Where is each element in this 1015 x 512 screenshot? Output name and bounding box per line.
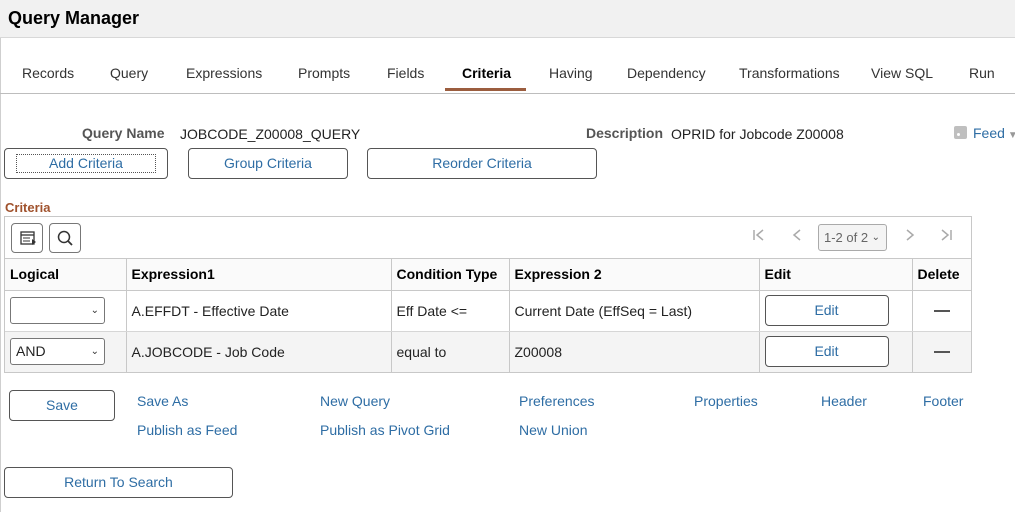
column-header-expression1: Expression1 bbox=[126, 259, 392, 291]
expression1-cell: A.EFFDT - Effective Date bbox=[126, 290, 392, 332]
save-as-link[interactable]: Save As bbox=[137, 393, 188, 409]
publish-as-feed-link[interactable]: Publish as Feed bbox=[137, 422, 237, 438]
column-header-edit: Edit bbox=[759, 259, 913, 291]
new-query-link[interactable]: New Query bbox=[320, 393, 390, 409]
query-name-label: Query Name bbox=[82, 125, 165, 141]
logical-value: AND bbox=[16, 343, 46, 360]
personalize-grid-button[interactable] bbox=[11, 223, 43, 253]
tab-having[interactable]: Having bbox=[549, 65, 593, 81]
grid-settings-icon bbox=[20, 231, 36, 245]
first-page-icon[interactable] bbox=[752, 228, 766, 245]
column-header-logical: Logical bbox=[5, 259, 127, 291]
expression1-cell: A.JOBCODE - Job Code bbox=[126, 331, 392, 372]
query-name-value: JOBCODE_Z00008_QUERY bbox=[180, 126, 361, 142]
tab-run[interactable]: Run bbox=[969, 65, 995, 81]
column-header-condition-type: Condition Type bbox=[391, 259, 510, 291]
delete-row-icon[interactable] bbox=[933, 309, 950, 312]
logical-select[interactable]: AND ⌄ bbox=[10, 338, 105, 366]
edit-button[interactable]: Edit bbox=[764, 295, 889, 326]
criteria-section-title: Criteria bbox=[5, 200, 51, 215]
save-button[interactable]: Save bbox=[9, 390, 115, 421]
chevron-down-icon: ⌄ bbox=[90, 346, 99, 358]
logical-select[interactable]: ⌄ bbox=[10, 297, 105, 324]
tab-records[interactable]: Records bbox=[22, 65, 74, 81]
tab-prompts[interactable]: Prompts bbox=[298, 65, 350, 81]
edit-button[interactable]: Edit bbox=[764, 336, 889, 368]
page-header: Query Manager bbox=[0, 0, 1015, 38]
group-criteria-button[interactable]: Group Criteria bbox=[188, 148, 348, 179]
description-value: OPRID for Jobcode Z00008 bbox=[671, 126, 844, 142]
return-to-search-button[interactable]: Return To Search bbox=[4, 467, 233, 498]
chevron-down-icon: ▼ bbox=[1007, 130, 1015, 141]
tab-fields[interactable]: Fields bbox=[387, 65, 424, 81]
tab-query[interactable]: Query bbox=[110, 65, 148, 81]
chevron-down-icon: ⌄ bbox=[871, 232, 880, 243]
next-page-icon[interactable] bbox=[903, 228, 917, 245]
column-header-expression2: Expression 2 bbox=[509, 259, 760, 291]
footer-link[interactable]: Footer bbox=[923, 393, 963, 409]
chevron-down-icon: ⌄ bbox=[90, 305, 99, 316]
tab-transformations[interactable]: Transformations bbox=[739, 65, 840, 81]
rss-icon bbox=[954, 126, 967, 139]
preferences-link[interactable]: Preferences bbox=[519, 393, 594, 409]
new-union-link[interactable]: New Union bbox=[519, 422, 587, 438]
description-label: Description bbox=[586, 125, 664, 141]
criteria-grid: 1-2 of 2 ⌄ Logical Expression1 Condition … bbox=[4, 216, 972, 373]
page-range-value: 1-2 of 2 bbox=[824, 230, 869, 245]
condition-type-cell: Eff Date <= bbox=[391, 290, 510, 332]
add-criteria-label: Add Criteria bbox=[16, 154, 156, 173]
tab-bar: Records Query Expressions Prompts Fields… bbox=[0, 54, 1015, 94]
grid-toolbar: 1-2 of 2 ⌄ bbox=[5, 217, 971, 259]
previous-page-icon[interactable] bbox=[790, 228, 804, 245]
condition-type-cell: equal to bbox=[391, 331, 510, 372]
header-link[interactable]: Header bbox=[821, 393, 867, 409]
add-criteria-button[interactable]: Add Criteria bbox=[4, 148, 168, 179]
table-header-row: Logical Expression1 Condition Type Expre… bbox=[5, 259, 971, 291]
expression2-cell: Z00008 bbox=[509, 331, 760, 372]
grid-search-button[interactable] bbox=[49, 223, 81, 253]
tab-expressions[interactable]: Expressions bbox=[186, 65, 262, 81]
table-row: AND ⌄ A.JOBCODE - Job Code equal to Z0000… bbox=[5, 331, 971, 372]
reorder-criteria-button[interactable]: Reorder Criteria bbox=[367, 148, 597, 179]
page-title: Query Manager bbox=[8, 8, 140, 28]
feed-menu[interactable]: Feed ▼ bbox=[954, 125, 1015, 141]
active-tab-indicator bbox=[445, 88, 526, 91]
tab-criteria[interactable]: Criteria bbox=[462, 65, 511, 81]
tab-view-sql[interactable]: View SQL bbox=[871, 65, 933, 81]
expression2-cell: Current Date (EffSeq = Last) bbox=[509, 290, 760, 332]
last-page-icon[interactable] bbox=[939, 228, 953, 245]
table-row: ⌄ A.EFFDT - Effective Date Eff Date <= C… bbox=[5, 290, 971, 332]
feed-label: Feed bbox=[973, 125, 1005, 141]
tab-dependency[interactable]: Dependency bbox=[627, 65, 706, 81]
left-border bbox=[0, 38, 1, 512]
delete-row-icon[interactable] bbox=[933, 350, 950, 353]
publish-as-pivot-grid-link[interactable]: Publish as Pivot Grid bbox=[320, 422, 450, 438]
search-icon bbox=[57, 230, 73, 246]
page-range-select[interactable]: 1-2 of 2 ⌄ bbox=[818, 224, 887, 251]
properties-link[interactable]: Properties bbox=[694, 393, 758, 409]
column-header-delete: Delete bbox=[912, 259, 971, 291]
criteria-table: Logical Expression1 Condition Type Expre… bbox=[5, 259, 971, 372]
